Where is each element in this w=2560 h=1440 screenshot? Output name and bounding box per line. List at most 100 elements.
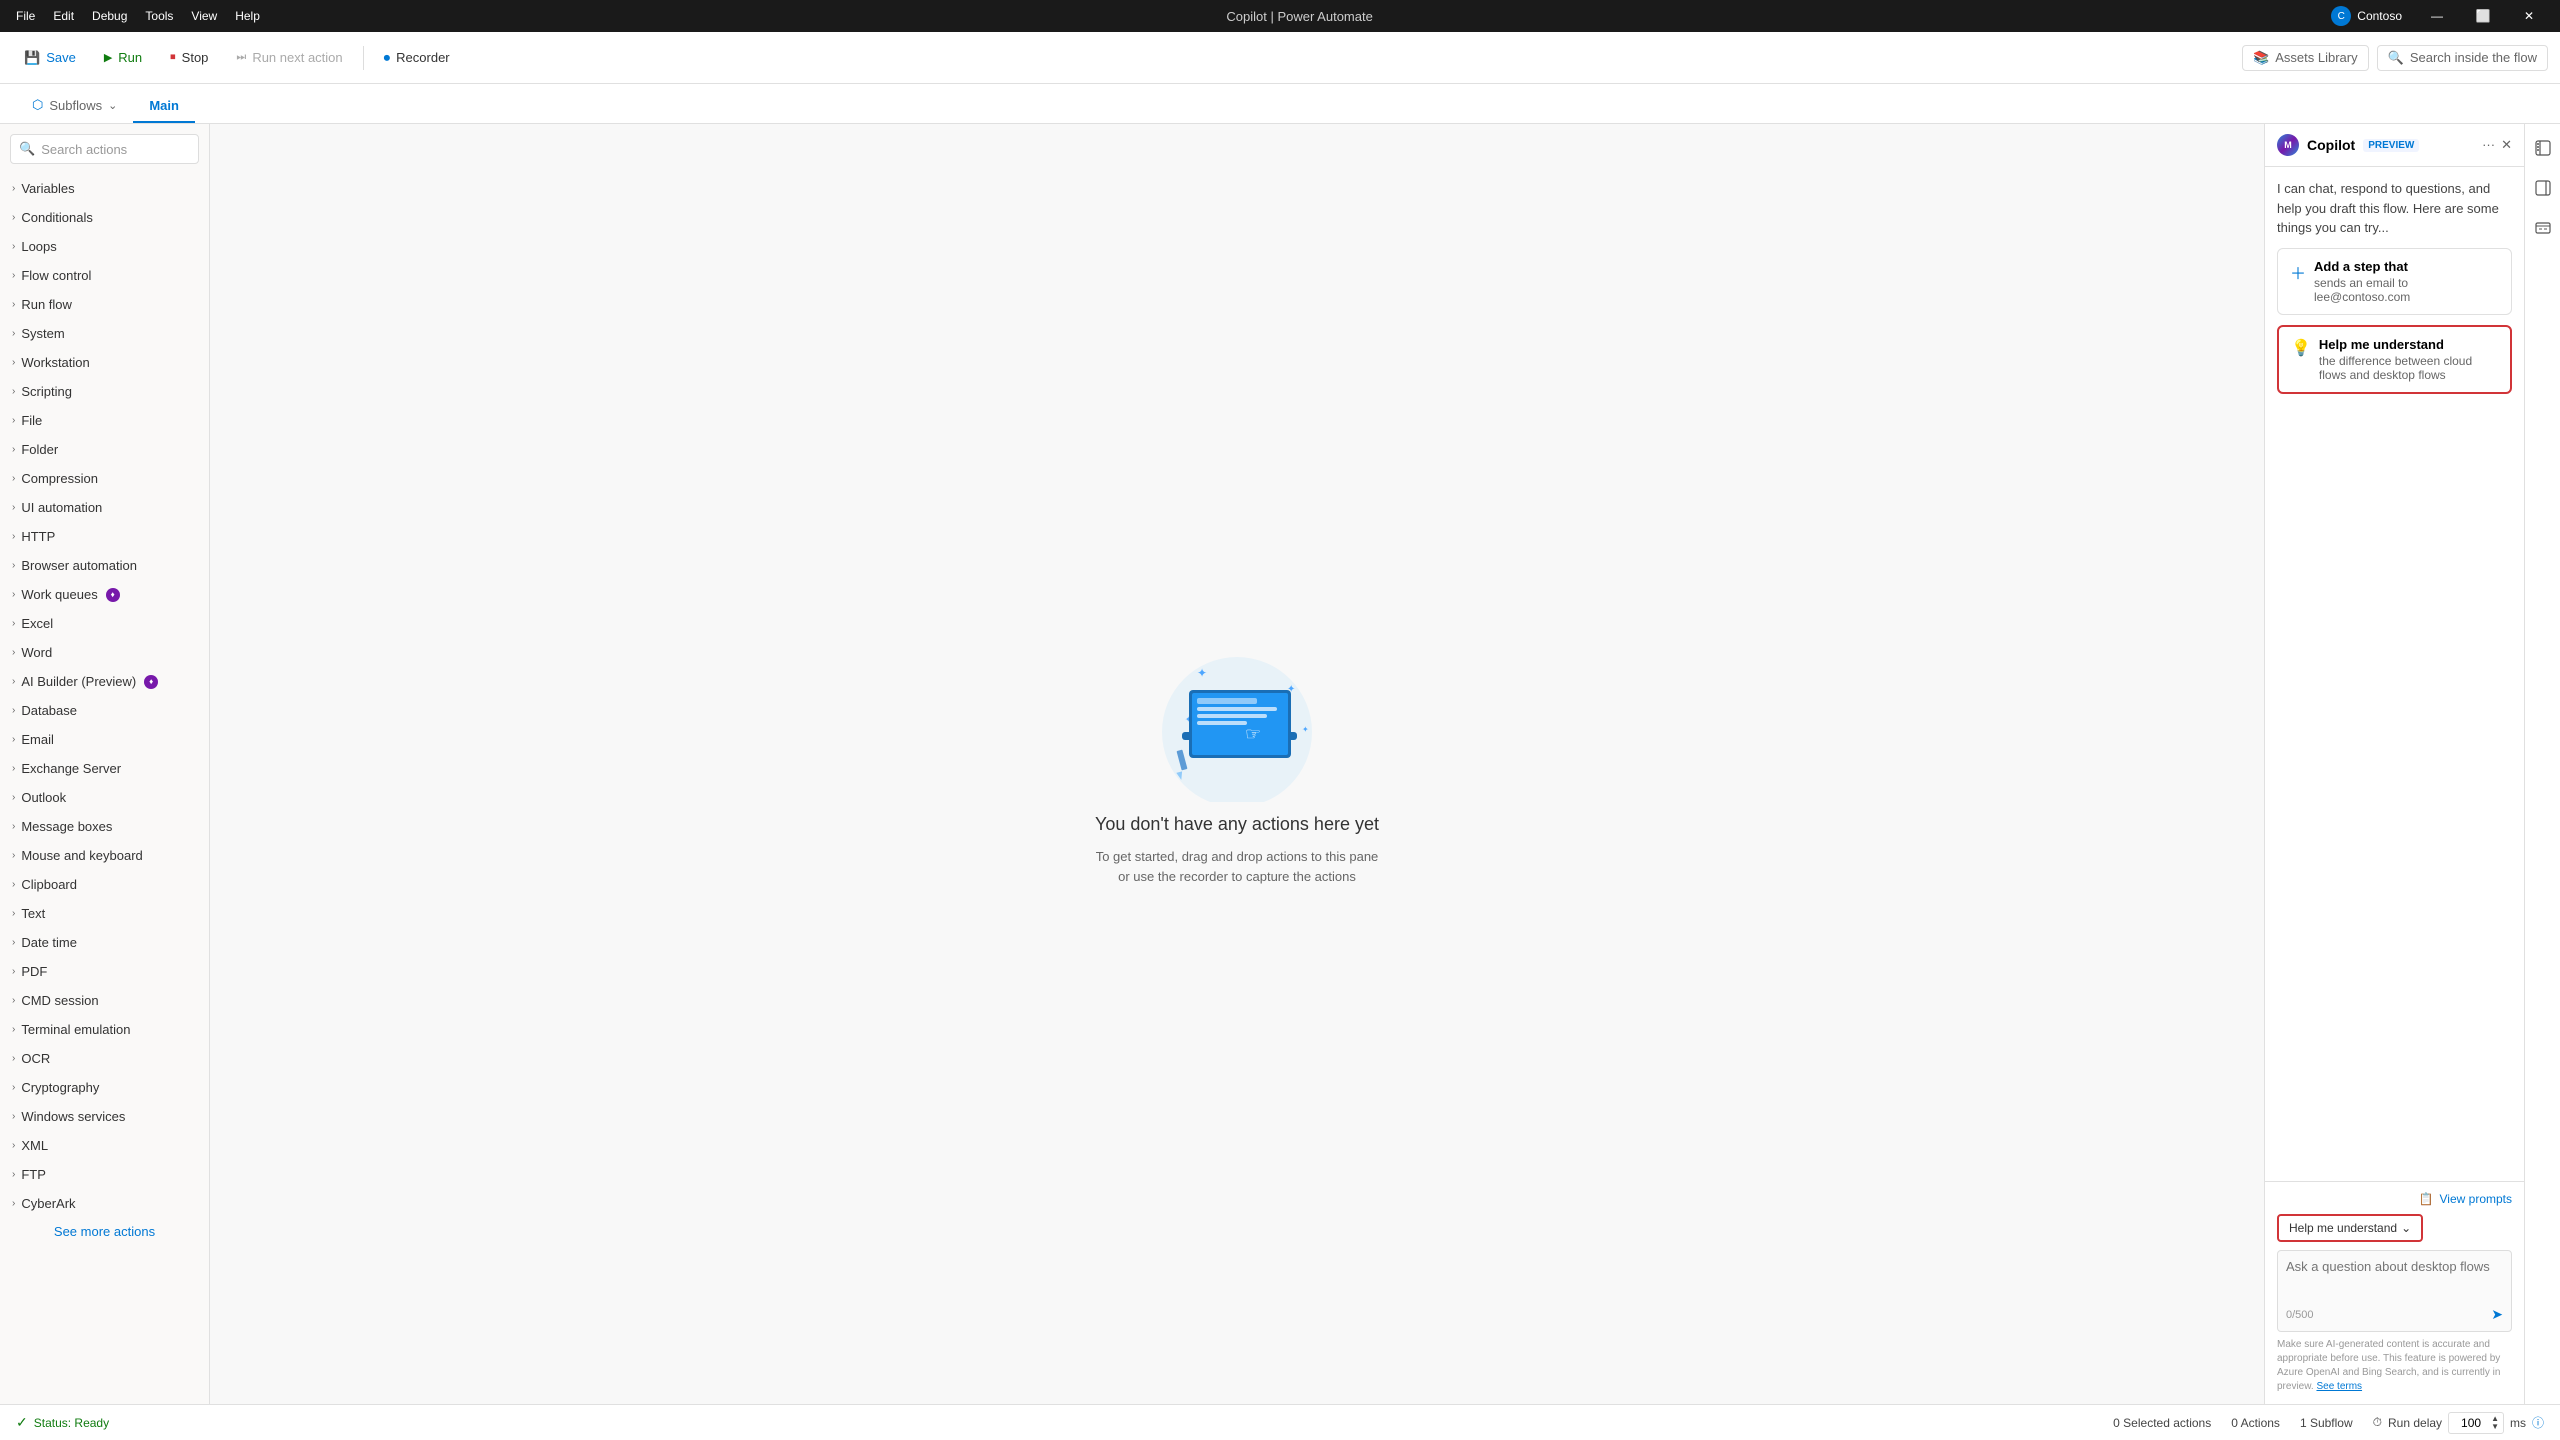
- variables-panel-icon[interactable]: [2527, 172, 2559, 204]
- sidebar-item-text[interactable]: › Text: [0, 899, 209, 928]
- see-terms-link[interactable]: See terms: [2316, 1381, 2362, 1392]
- sidebar-item-datetime[interactable]: › Date time: [0, 928, 209, 957]
- sidebar-item-label: OCR: [21, 1051, 50, 1066]
- sidebar-item-exchange-server[interactable]: › Exchange Server: [0, 754, 209, 783]
- sidebar-item-word[interactable]: › Word: [0, 638, 209, 667]
- minimize-button[interactable]: —: [2414, 0, 2460, 32]
- next-action-button[interactable]: ⏭ Run next action: [224, 44, 354, 71]
- main-tab-label: Main: [149, 98, 179, 113]
- sidebar-item-cryptography[interactable]: › Cryptography: [0, 1073, 209, 1102]
- run-button[interactable]: ▶ Run: [92, 44, 154, 71]
- copilot-suggestion-help-understand[interactable]: 💡 Help me understand the difference betw…: [2277, 325, 2512, 394]
- view-prompts-label: View prompts: [2440, 1192, 2512, 1206]
- sidebar-item-scripting[interactable]: › Scripting: [0, 377, 209, 406]
- menu-view[interactable]: View: [183, 7, 225, 25]
- flow-search-label: Search inside the flow: [2410, 50, 2537, 65]
- chevron-down-icon: ⌄: [108, 99, 117, 112]
- sidebar-item-label: File: [21, 413, 42, 428]
- sidebar-item-variables[interactable]: › Variables: [0, 174, 209, 203]
- sidebar-item-label: Database: [21, 703, 77, 718]
- sidebar-item-label: Clipboard: [21, 877, 77, 892]
- sidebar-item-ui-automation[interactable]: › UI automation: [0, 493, 209, 522]
- understand-dropdown[interactable]: Help me understand ⌄: [2277, 1214, 2423, 1242]
- window-controls: — ⬜ ✕: [2414, 0, 2552, 32]
- sidebar-item-file[interactable]: › File: [0, 406, 209, 435]
- see-more-actions[interactable]: See more actions: [0, 1218, 209, 1245]
- subflow-icon: ⬡: [32, 97, 43, 113]
- titlebar: File Edit Debug Tools View Help Copilot …: [0, 0, 2560, 32]
- sidebar-item-pdf[interactable]: › PDF: [0, 957, 209, 986]
- chevron-icon: ›: [12, 357, 15, 368]
- sidebar-item-cmd-session[interactable]: › CMD session: [0, 986, 209, 1015]
- delay-input[interactable]: ▲ ▼: [2448, 1412, 2504, 1434]
- sidebar-item-compression[interactable]: › Compression: [0, 464, 209, 493]
- sidebar-item-xml[interactable]: › XML: [0, 1131, 209, 1160]
- sidebar-item-label: Word: [21, 645, 52, 660]
- sidebar-item-excel[interactable]: › Excel: [0, 609, 209, 638]
- sidebar-item-run-flow[interactable]: › Run flow: [0, 290, 209, 319]
- sidebar-item-ftp[interactable]: › FTP: [0, 1160, 209, 1189]
- chevron-icon: ›: [12, 444, 15, 455]
- assets-library-button[interactable]: 📚 Assets Library: [2242, 45, 2369, 71]
- suggestion-title-help: Help me understand: [2319, 337, 2498, 352]
- copilot-sidebar-icon[interactable]: [2527, 132, 2559, 164]
- sidebar-item-workstation[interactable]: › Workstation: [0, 348, 209, 377]
- sidebar-item-ocr[interactable]: › OCR: [0, 1044, 209, 1073]
- chevron-icon: ›: [12, 792, 15, 803]
- view-prompts-button[interactable]: 📋 View prompts: [2277, 1192, 2512, 1206]
- sidebar-item-outlook[interactable]: › Outlook: [0, 783, 209, 812]
- menu-edit[interactable]: Edit: [45, 7, 82, 25]
- sidebar-item-email[interactable]: › Email: [0, 725, 209, 754]
- sidebar-item-cyberark[interactable]: › CyberArk: [0, 1189, 209, 1218]
- sidebar-item-mouse-keyboard[interactable]: › Mouse and keyboard: [0, 841, 209, 870]
- sidebar-item-windows-services[interactable]: › Windows services: [0, 1102, 209, 1131]
- chat-input[interactable]: [2286, 1259, 2503, 1299]
- menu-file[interactable]: File: [8, 7, 43, 25]
- stop-button[interactable]: ⏹ Stop: [158, 44, 220, 71]
- sidebar-item-database[interactable]: › Database: [0, 696, 209, 725]
- sidebar-item-ai-builder[interactable]: › AI Builder (Preview) ♦: [0, 667, 209, 696]
- chevron-icon: ›: [12, 531, 15, 542]
- sidebar-item-label: Variables: [21, 181, 74, 196]
- copilot-close-icon[interactable]: ✕: [2501, 137, 2512, 153]
- save-button[interactable]: Save: [12, 44, 88, 72]
- menu-tools[interactable]: Tools: [137, 7, 181, 25]
- errors-panel-icon[interactable]: [2527, 212, 2559, 244]
- chevron-icon: ›: [12, 1024, 15, 1035]
- sidebar-item-message-boxes[interactable]: › Message boxes: [0, 812, 209, 841]
- sidebar-item-system[interactable]: › System: [0, 319, 209, 348]
- sidebar-item-terminal-emulation[interactable]: › Terminal emulation: [0, 1015, 209, 1044]
- delay-value-input[interactable]: [2453, 1416, 2489, 1430]
- copilot-preview-badge: PREVIEW: [2363, 139, 2419, 152]
- run-icon: ▶: [104, 51, 112, 64]
- chevron-icon: ›: [12, 618, 15, 629]
- sidebar-item-loops[interactable]: › Loops: [0, 232, 209, 261]
- char-count: 0/500: [2286, 1309, 2314, 1321]
- delay-info-icon[interactable]: ⓘ: [2532, 1414, 2544, 1431]
- sidebar-search[interactable]: 🔍 Search actions: [10, 134, 199, 164]
- subflows-tab[interactable]: ⬡ Subflows ⌄: [16, 89, 133, 123]
- sidebar-item-folder[interactable]: › Folder: [0, 435, 209, 464]
- maximize-button[interactable]: ⬜: [2460, 0, 2506, 32]
- menu-help[interactable]: Help: [227, 7, 268, 25]
- svg-text:☞: ☞: [1245, 724, 1261, 744]
- copilot-suggestion-add-step[interactable]: ＋ Add a step that sends an email to lee@…: [2277, 248, 2512, 315]
- sidebar-item-http[interactable]: › HTTP: [0, 522, 209, 551]
- copilot-more-icon[interactable]: ···: [2482, 137, 2495, 153]
- user-info[interactable]: C Contoso: [2331, 6, 2402, 26]
- sidebar-item-flow-control[interactable]: › Flow control: [0, 261, 209, 290]
- send-button[interactable]: ➤: [2491, 1306, 2503, 1323]
- delay-down-arrow[interactable]: ▼: [2491, 1423, 2499, 1431]
- close-button[interactable]: ✕: [2506, 0, 2552, 32]
- sidebar-item-label: Loops: [21, 239, 56, 254]
- titlebar-menu: File Edit Debug Tools View Help: [8, 7, 268, 25]
- sidebar-item-clipboard[interactable]: › Clipboard: [0, 870, 209, 899]
- sidebar-item-work-queues[interactable]: › Work queues ♦: [0, 580, 209, 609]
- sidebar-item-conditionals[interactable]: › Conditionals: [0, 203, 209, 232]
- menu-debug[interactable]: Debug: [84, 7, 135, 25]
- sidebar-item-browser-automation[interactable]: › Browser automation: [0, 551, 209, 580]
- main-tab[interactable]: Main: [133, 90, 195, 123]
- recorder-button[interactable]: ⏺ Recorder: [372, 44, 462, 72]
- chevron-icon: ›: [12, 1169, 15, 1180]
- flow-search-button[interactable]: 🔍 Search inside the flow: [2377, 45, 2548, 71]
